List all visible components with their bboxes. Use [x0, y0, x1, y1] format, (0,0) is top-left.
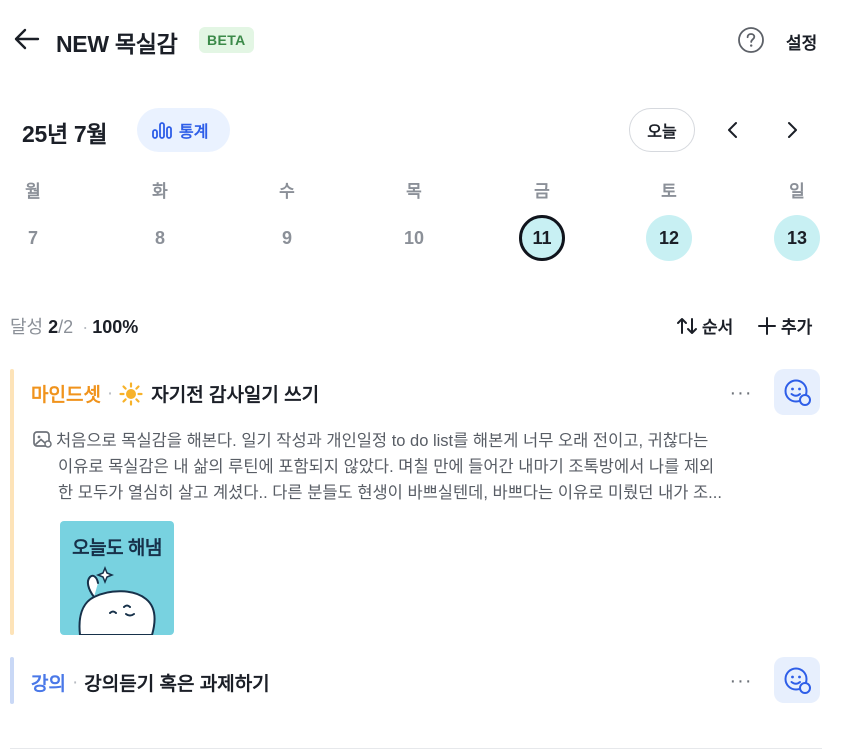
chevron-right-icon	[788, 122, 797, 138]
day-7[interactable]: 7	[10, 215, 56, 261]
cheering-character-icon	[78, 565, 156, 635]
weekday-sat: 토	[661, 182, 677, 201]
weekday-tue: 화	[152, 182, 168, 201]
plus-icon	[758, 316, 776, 335]
day-10[interactable]: 10	[391, 215, 437, 261]
back-button[interactable]	[12, 24, 42, 54]
chevron-left-icon	[728, 122, 737, 138]
smile-add-icon	[784, 667, 811, 694]
task-category: 마인드셋	[31, 385, 101, 406]
weekday-fri: 금	[534, 182, 550, 201]
prev-week-button[interactable]	[719, 116, 747, 144]
reaction-button[interactable]	[774, 657, 820, 703]
beta-badge: BETA	[199, 27, 254, 53]
task-category: 강의	[31, 674, 66, 695]
order-button[interactable]: 순서	[676, 313, 733, 338]
task-accent-bar	[10, 657, 14, 704]
day-9[interactable]: 9	[264, 215, 310, 261]
progress-label: 달성	[10, 317, 44, 337]
task-memo[interactable]: 처음으로 목실감을 해본다. 일기 작성과 개인일정 to do list를 해…	[32, 428, 827, 506]
reaction-button[interactable]	[774, 369, 820, 415]
bar-chart-icon	[152, 122, 172, 139]
task-title: 자기전 감사일기 쓰기	[151, 385, 320, 406]
today-button[interactable]: 오늘	[629, 108, 695, 152]
next-week-button[interactable]	[778, 116, 806, 144]
sort-arrows-icon	[677, 317, 697, 334]
stats-label: 통계	[179, 124, 209, 141]
weekday-mon: 월	[25, 182, 41, 201]
task-accent-bar	[10, 369, 14, 635]
progress-done: 2	[48, 317, 59, 337]
task-row[interactable]: 마인드셋 · 자기전 감사일기 쓰기	[31, 380, 319, 407]
page-title: NEW 목실감	[56, 31, 178, 57]
weekday-thu: 목	[406, 182, 422, 201]
day-12[interactable]: 12	[646, 215, 692, 261]
more-options-button[interactable]: ···	[727, 670, 755, 692]
progress-percent: 100%	[92, 317, 139, 337]
header: NEW 목실감 BETA 설정	[0, 0, 842, 80]
sun-icon	[119, 381, 143, 406]
arrow-left-icon	[14, 28, 40, 50]
weekday-wed: 수	[279, 182, 295, 201]
progress-summary: 달성 2/2 · 100%	[10, 313, 138, 339]
attached-sticker-image[interactable]: 오늘도 해냄	[60, 521, 174, 635]
add-label: 추가	[781, 318, 813, 337]
settings-button[interactable]: 설정	[786, 29, 817, 54]
memo-line-1: 처음으로 목실감을 해본다. 일기 작성과 개인일정 to do list를 해…	[32, 428, 827, 454]
day-11-selected[interactable]: 11	[519, 215, 565, 261]
question-circle-icon	[738, 27, 764, 53]
task-row[interactable]: 강의 · 강의듣기 혹은 과제하기	[31, 669, 270, 696]
month-label: 25년 7월	[22, 121, 108, 147]
weekday-sun: 일	[789, 182, 805, 201]
day-8[interactable]: 8	[137, 215, 183, 261]
order-label: 순서	[702, 318, 734, 337]
progress-separator: ·	[82, 317, 89, 337]
task-separator: ·	[106, 382, 114, 404]
memo-line-3: 한 모두가 열심히 살고 계셨다.. 다른 분들도 현생이 바쁘실텐데, 바쁘다…	[58, 484, 722, 502]
stats-button[interactable]: 통계	[137, 108, 230, 152]
more-options-button[interactable]: ···	[727, 382, 755, 404]
divider	[10, 748, 822, 749]
note-image-icon	[33, 431, 52, 448]
progress-total: /2	[58, 317, 74, 337]
day-13[interactable]: 13	[774, 215, 820, 261]
task-separator: ·	[71, 671, 79, 693]
add-button[interactable]: 추가	[757, 313, 812, 338]
memo-line-2: 이유로 목실감은 내 삶의 루틴에 포함되지 않았다. 며칠 만에 들어간 내마…	[58, 458, 715, 476]
help-button[interactable]	[737, 26, 765, 54]
task-title: 강의듣기 혹은 과제하기	[84, 674, 270, 695]
smile-add-icon	[784, 379, 811, 406]
